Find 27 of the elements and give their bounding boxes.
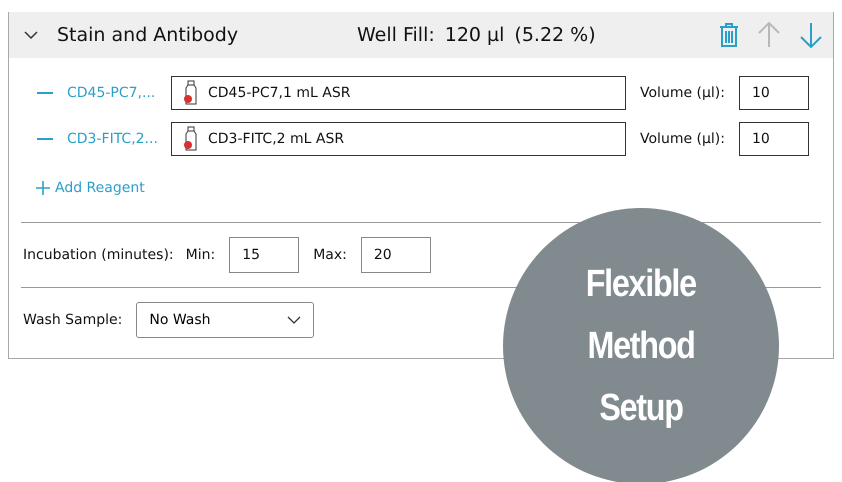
chevron-down-icon — [287, 316, 302, 324]
reagent-field[interactable]: CD3-FITC,2 mL ASR — [171, 122, 626, 156]
section-title: Stain and Antibody — [57, 24, 240, 46]
plus-icon — [35, 180, 51, 196]
callout-text: Flexible — [586, 262, 696, 307]
max-field[interactable]: 20 — [360, 237, 431, 273]
chevron-icon[interactable] — [23, 30, 39, 40]
wash-label: Wash Sample: — [23, 312, 122, 328]
callout-text: Setup — [599, 386, 683, 431]
wash-dropdown[interactable]: No Wash — [136, 302, 314, 338]
min-field[interactable]: 15 — [229, 237, 300, 273]
max-label: Max: — [313, 247, 347, 263]
volume-field[interactable]: 10 — [739, 76, 809, 110]
trash-icon[interactable] — [719, 23, 739, 47]
incubation-label: Incubation (minutes): — [23, 247, 174, 263]
volume-label: Volume (µl): — [640, 85, 726, 101]
well-fill-value: 120 µl — [444, 24, 504, 46]
well-fill-label: Well Fill: — [357, 24, 435, 46]
reagent-name: CD3-FITC,2 mL ASR — [208, 131, 344, 147]
volume-field[interactable]: 10 — [739, 122, 809, 156]
volume-label: Volume (µl): — [640, 131, 726, 147]
min-label: Min: — [186, 247, 216, 263]
callout-text: Method — [587, 324, 695, 369]
reagent-field[interactable]: CD45-PC7,1 mL ASR — [171, 76, 626, 110]
reagent-name: CD45-PC7,1 mL ASR — [208, 85, 350, 101]
well-fill-percent: (5.22 %) — [514, 24, 596, 46]
arrow-down-button[interactable] — [799, 21, 823, 49]
